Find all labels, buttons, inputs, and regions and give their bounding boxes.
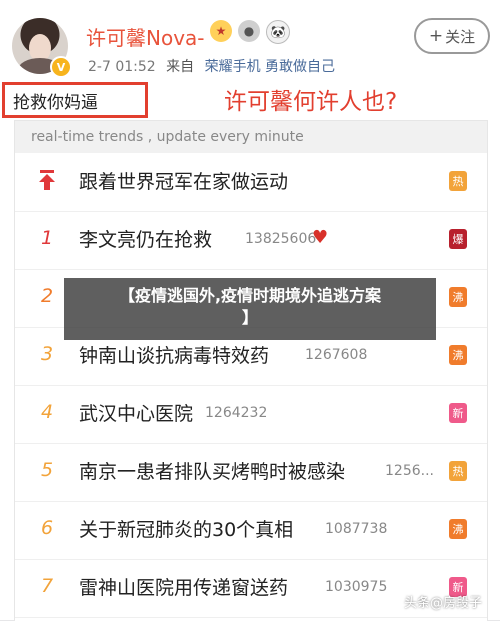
- trend-count: 13825606: [245, 231, 317, 247]
- trend-count: 1264232: [205, 405, 268, 421]
- follow-label: 关注: [445, 27, 476, 46]
- boom-tag-icon: 爆: [449, 229, 467, 249]
- trend-rank: 4: [40, 401, 54, 423]
- pin-up-icon: [39, 170, 55, 190]
- device-link[interactable]: 荣耀手机 勇敢做自己: [205, 59, 335, 75]
- post-meta: 2-7 01:52 来自 荣耀手机 勇敢做自己: [88, 56, 335, 76]
- trend-title[interactable]: 南京一患者排队买烤鸭时被感染: [79, 457, 345, 484]
- trend-row-pinned[interactable]: 跟着世界冠军在家做运动 热: [15, 153, 487, 212]
- trend-rank: 6: [40, 517, 54, 539]
- trend-count: 1267608: [305, 347, 368, 363]
- hot-tag-icon: 热: [449, 171, 467, 191]
- heart-icon: ♥: [312, 227, 329, 248]
- user-badges: ★ ● 🐼: [210, 20, 290, 44]
- plus-icon: +: [428, 26, 444, 46]
- watermark: 头条@房段子: [404, 596, 483, 611]
- username[interactable]: 许可馨Nova-: [86, 22, 205, 51]
- new-tag-icon: 新: [449, 403, 467, 423]
- post-headline: 许可馨何许人也?: [224, 89, 398, 115]
- trend-title[interactable]: 钟南山谈抗病毒特效药: [79, 341, 269, 368]
- from-label: 来自: [166, 59, 195, 75]
- timestamp: 2-7 01:52: [88, 59, 156, 75]
- trend-title[interactable]: 武汉中心医院: [79, 399, 193, 426]
- trend-rank: 2: [40, 285, 54, 307]
- trend-row-1[interactable]: 1 李文亮仍在抢救 13825606 ♥ 爆: [15, 211, 487, 270]
- trend-count: 1030975: [325, 579, 388, 595]
- trend-row-4[interactable]: 4 武汉中心医院 1264232 新: [15, 385, 487, 444]
- verified-badge-icon: V: [50, 56, 72, 78]
- panda-icon[interactable]: 🐼: [266, 20, 290, 44]
- silver-medal-icon[interactable]: ●: [238, 20, 260, 42]
- trends-header: real-time trends , update every minute: [15, 121, 487, 153]
- boiling-tag-icon: 沸: [449, 287, 467, 307]
- follow-button[interactable]: + 关注: [414, 18, 490, 54]
- boiling-tag-icon: 沸: [449, 519, 467, 539]
- trend-rank: 1: [40, 227, 54, 249]
- trend-rank: 7: [40, 575, 54, 597]
- trend-title[interactable]: 关于新冠肺炎的30个真相: [79, 515, 293, 542]
- trend-row-6[interactable]: 6 关于新冠肺炎的30个真相 1087738 沸: [15, 501, 487, 560]
- medal-icon[interactable]: ★: [210, 20, 232, 42]
- trend-title[interactable]: 雷神山医院用传递窗送药: [79, 573, 288, 600]
- trend-rank: 3: [40, 343, 54, 365]
- weibo-screenshot: V 许可馨Nova- ★ ● 🐼 2-7 01:52 来自 荣耀手机 勇敢做自己…: [0, 0, 500, 621]
- caption-line-1: 【疫情逃国外,疫情时期境外追逃方案: [118, 286, 382, 305]
- boiling-tag-icon: 沸: [449, 345, 467, 365]
- trend-title[interactable]: 跟着世界冠军在家做运动: [79, 167, 288, 194]
- trend-title[interactable]: 李文亮仍在抢救: [79, 225, 212, 252]
- trends-panel: real-time trends , update every minute 跟…: [14, 120, 488, 621]
- trend-rank: 5: [40, 459, 54, 481]
- trend-count: 1087738: [325, 521, 388, 537]
- caption-line-2: 】: [241, 308, 258, 327]
- hot-tag-icon: 热: [449, 461, 467, 481]
- trend-row-5[interactable]: 5 南京一患者排队买烤鸭时被感染 1256... 热: [15, 443, 487, 502]
- boxed-comment: 抢救你妈逼: [2, 82, 148, 118]
- caption-overlay: 【疫情逃国外,疫情时期境外追逃方案 】: [64, 278, 436, 340]
- trend-count: 1256...: [385, 463, 434, 479]
